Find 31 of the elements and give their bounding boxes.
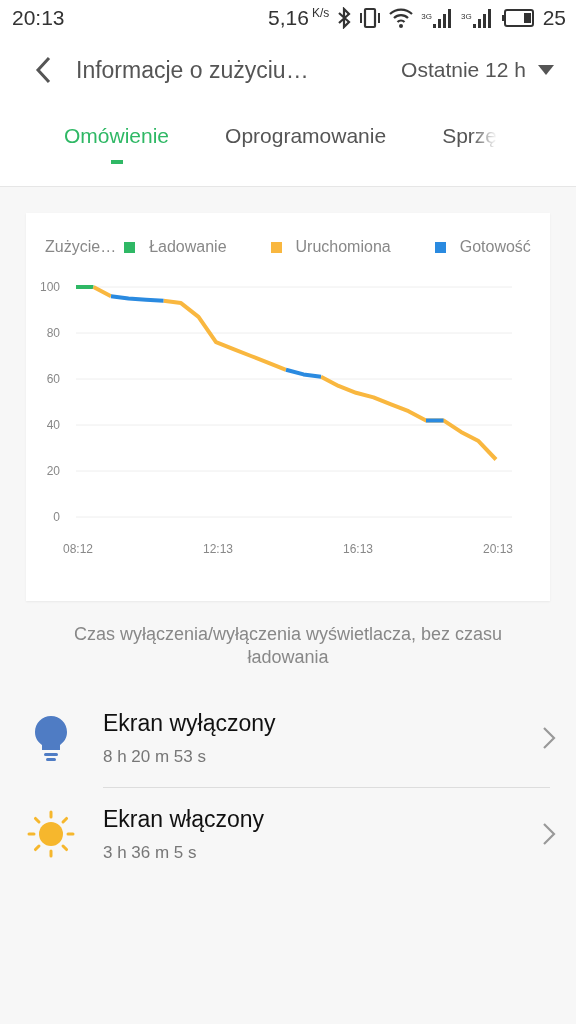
row-duration: 3 h 36 m 5 s bbox=[103, 842, 198, 863]
axis-label: 08:12 bbox=[63, 542, 93, 556]
legend-label: Ładowanie bbox=[149, 238, 227, 256]
axis-label: 40 bbox=[46, 418, 60, 432]
tab[interactable]: Oprogramowanie bbox=[225, 124, 387, 156]
legend-label: Gotowość bbox=[459, 238, 531, 256]
legend-label: Uruchomiona bbox=[295, 238, 391, 256]
network-type: 3G bbox=[421, 12, 432, 21]
usage-row[interactable]: Ekran włączony 3 h 36 m 5 s bbox=[0, 788, 576, 880]
axis-label: 16:13 bbox=[343, 542, 373, 556]
battery-percent: 25 bbox=[542, 6, 566, 30]
axis-label: 100 bbox=[39, 280, 60, 294]
speed-unit: K/s bbox=[311, 6, 330, 20]
network-speed: 5,16 bbox=[268, 6, 309, 30]
row-title: Ekran włączony bbox=[103, 805, 266, 833]
axis-label: 20:13 bbox=[483, 542, 513, 556]
page-title: Informacje o zużyciu… bbox=[76, 56, 310, 84]
axis-label: 12:13 bbox=[203, 542, 233, 556]
period-dropdown[interactable]: Ostatnie 12 h bbox=[401, 58, 554, 82]
legend-title: Zużycie… bbox=[45, 238, 117, 256]
row-duration: 8 h 20 m 53 s bbox=[103, 746, 207, 767]
row-title: Ekran wyłączony bbox=[103, 709, 277, 737]
status-time: 20:13 bbox=[12, 6, 65, 30]
axis-label: 80 bbox=[46, 326, 60, 340]
caption: Czas wyłączenia/wyłączenia wyświetlacza, bez czasu ładowania bbox=[72, 623, 504, 669]
usage-row[interactable]: Ekran wyłączony 8 h 20 m 53 s bbox=[0, 689, 576, 787]
axis-label: 20 bbox=[46, 464, 60, 478]
axis-label: 0 bbox=[53, 510, 60, 524]
tab[interactable]: Sprzę bbox=[442, 124, 497, 156]
network-type: 3G bbox=[460, 12, 472, 21]
axis-label: 60 bbox=[46, 372, 60, 386]
